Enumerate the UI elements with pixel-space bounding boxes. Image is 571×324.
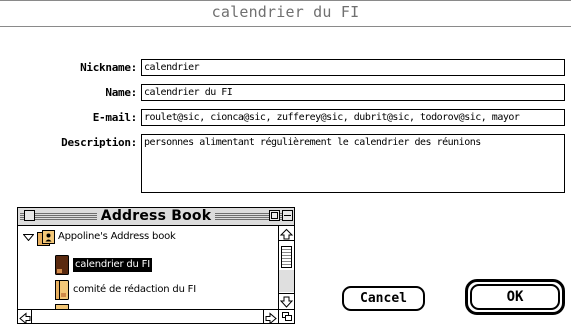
list-item[interactable]: comité de rédaction du FI [18,279,278,301]
address-book-window: Address Book Appoline's Address book cal… [17,207,295,324]
nickname-label: Nickname: [80,61,137,74]
scroll-down-button[interactable] [279,293,294,308]
horizontal-scrollbar[interactable] [18,309,278,323]
description-field[interactable]: personnes alimentant régulièrement le ca… [141,134,565,193]
address-book-title-wrap: Address Book [18,208,294,225]
item-label: calendrier du FI [73,258,152,272]
address-book-list: Appoline's Address book calendrier du FI… [18,226,278,309]
item-label: comité de rédaction du FI [73,284,196,295]
nickname-field[interactable]: calendrier [141,59,565,76]
address-book-icon [37,230,55,246]
ok-button[interactable]: OK [470,284,560,310]
arrow-up-icon [279,228,294,240]
name-field[interactable]: calendrier du FI [141,84,565,101]
scroll-left-button[interactable] [18,310,32,323]
window-top-border [0,0,571,1]
scroll-up-button[interactable] [279,226,294,241]
description-label: Description: [61,136,137,149]
item-label: Appoline's Address book [58,231,176,242]
disclosure-triangle-icon[interactable] [23,234,34,241]
list-item[interactable]: calendrier du FI [18,254,278,276]
address-book-title: Address Book [96,208,216,224]
name-label: Name: [105,86,137,99]
scroll-thumb[interactable] [281,246,292,268]
window-title: calendrier du FI [211,3,360,21]
resize-grip-icon[interactable] [278,309,294,323]
cancel-button[interactable]: Cancel [342,286,425,311]
list-item[interactable]: Appoline's Address book [18,226,278,248]
address-book-titlebar[interactable]: Address Book [18,208,294,226]
arrow-down-icon [279,296,294,308]
scroll-track[interactable] [279,270,294,292]
email-label: E-mail: [92,111,138,124]
group-card-icon [55,255,69,275]
email-field[interactable]: roulet@sic, cionca@sic, zufferey@sic, du… [141,109,565,126]
scroll-right-button[interactable] [263,310,277,323]
title-separator [0,26,571,27]
arrow-left-icon [19,312,31,323]
arrow-right-icon [265,312,277,323]
group-card-icon [55,280,69,300]
vertical-scrollbar[interactable] [278,226,294,309]
